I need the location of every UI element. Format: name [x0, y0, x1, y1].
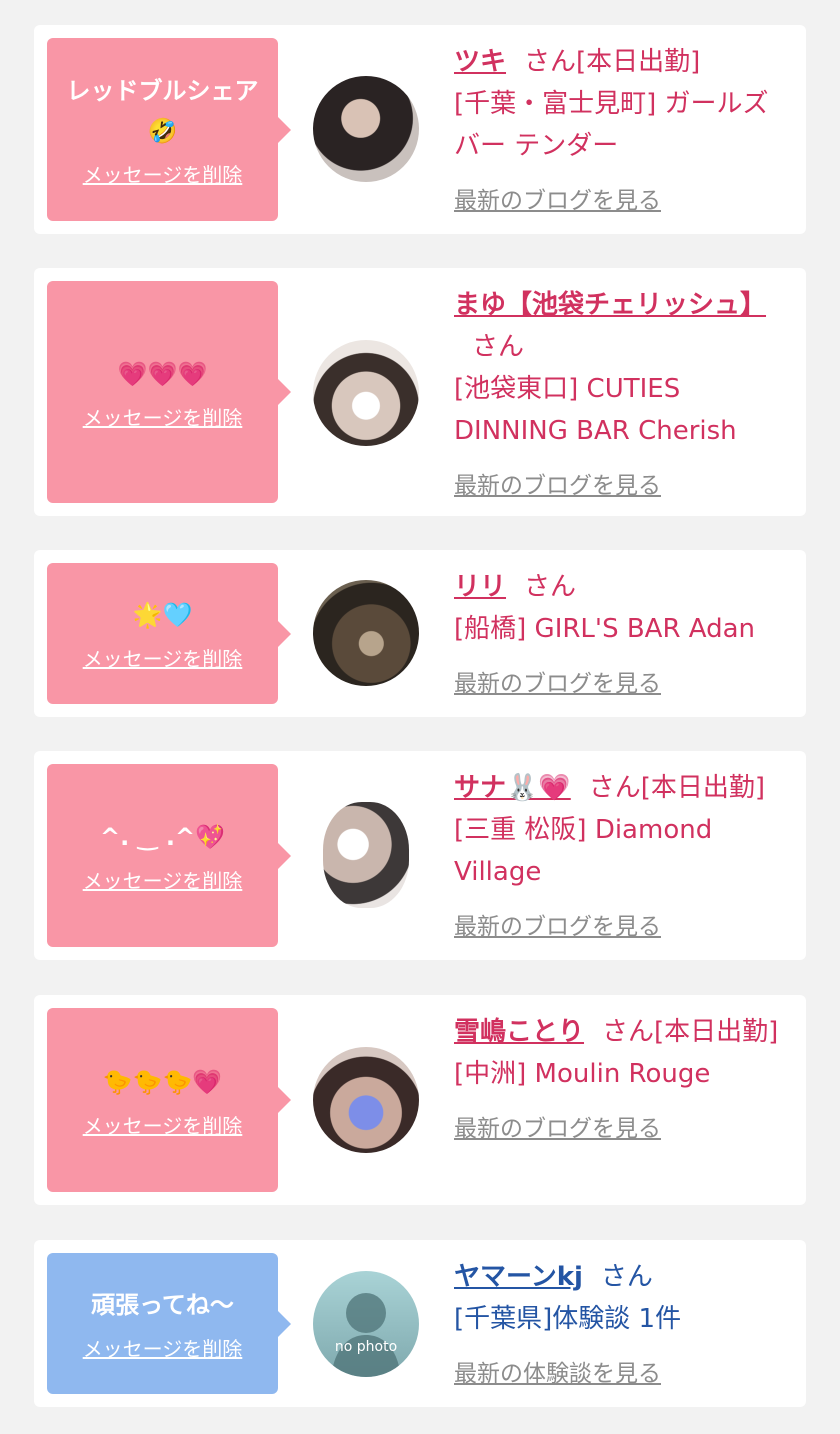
girl-name-link[interactable]: 雪嶋ことり: [454, 1017, 584, 1047]
delete-message-link[interactable]: メッセージを削除: [83, 1333, 243, 1362]
message-bubble: 🐤🐤🐤💗 メッセージを削除: [47, 1008, 291, 1192]
shop-name: [池袋東口] CUTIES DINNING BAR Cherish: [454, 374, 737, 446]
delete-message-link[interactable]: メッセージを削除: [83, 1110, 243, 1139]
message-bubble: 🌟🩵 メッセージを削除: [47, 563, 291, 704]
message-card: 💗💗💗 メッセージを削除 まゆ【池袋チェリッシュ】さん [池袋東口] CUTIE…: [34, 268, 806, 516]
message-text: レッドブルシェア🤣: [66, 77, 259, 145]
message-card: 🐤🐤🐤💗 メッセージを削除 雪嶋ことり さん[本日出勤] [中洲] Moulin …: [34, 995, 806, 1205]
shop-name: [千葉・富士見町] ガールズバー テンダー: [454, 89, 769, 161]
name-line: 雪嶋ことり さん[本日出勤]: [454, 1011, 790, 1053]
shop-name: [中洲] Moulin Rouge: [454, 1059, 711, 1089]
honorific: さん: [600, 1262, 653, 1292]
profile-info: まゆ【池袋チェリッシュ】さん [池袋東口] CUTIES DINNING BAR…: [454, 284, 790, 500]
message-bubble: 頑張ってね〜 メッセージを削除: [47, 1253, 291, 1394]
user-name-link[interactable]: ヤマーンkj: [454, 1262, 583, 1292]
profile-info: ツキ さん[本日出勤] [千葉・富士見町] ガールズバー テンダー 最新のブログを…: [454, 41, 790, 215]
girl-name-link[interactable]: まゆ【池袋チェリッシュ】: [454, 290, 766, 320]
latest-blog-link[interactable]: 最新のブログを見る: [454, 181, 661, 215]
girl-name-link[interactable]: サナ🐰💗: [454, 773, 571, 803]
profile-info: ヤマーンkj さん [千葉県]体験談 1件 最新の体験談を見る: [454, 1256, 790, 1388]
latest-blog-link[interactable]: 最新のブログを見る: [454, 466, 661, 500]
delete-message-link[interactable]: メッセージを削除: [83, 643, 243, 672]
avatar[interactable]: [323, 802, 409, 908]
message-text: 頑張ってね〜: [91, 1291, 234, 1319]
attendance-status: [本日出勤]: [576, 47, 701, 77]
message-text: 🌟🩵: [132, 601, 193, 629]
message-card: ^. ‿ .^💖 メッセージを削除 サナ🐰💗 さん[本日出勤] [三重 松阪] D…: [34, 751, 806, 960]
avatar[interactable]: [313, 580, 419, 686]
delete-message-link[interactable]: メッセージを削除: [83, 159, 243, 188]
message-card: 頑張ってね〜 メッセージを削除 no photo ヤマーンkj さん [千葉県]体…: [34, 1240, 806, 1407]
profile-info: リリ さん [船橋] GIRL'S BAR Adan 最新のブログを見る: [454, 566, 790, 698]
latest-blog-link[interactable]: 最新のブログを見る: [454, 1109, 661, 1143]
name-line: サナ🐰💗 さん[本日出勤]: [454, 767, 790, 809]
avatar[interactable]: [313, 76, 419, 182]
message-card: レッドブルシェア🤣 メッセージを削除 ツキ さん[本日出勤] [千葉・富士見町] …: [34, 25, 806, 234]
attendance-status: [本日出勤]: [640, 773, 766, 803]
name-line: まゆ【池袋チェリッシュ】さん: [454, 284, 790, 368]
honorific: さん: [602, 1017, 655, 1047]
avatar[interactable]: [313, 1047, 419, 1153]
girl-name-link[interactable]: ツキ: [454, 47, 506, 77]
message-card: 🌟🩵 メッセージを削除 リリ さん [船橋] GIRL'S BAR Adan 最新…: [34, 550, 806, 717]
message-text: 💗💗💗: [117, 359, 208, 388]
shop-name: [船橋] GIRL'S BAR Adan: [454, 614, 756, 644]
no-photo-label: no photo: [334, 1339, 398, 1355]
message-bubble: 💗💗💗 メッセージを削除: [47, 281, 291, 503]
message-list: レッドブルシェア🤣 メッセージを削除 ツキ さん[本日出勤] [千葉・富士見町] …: [0, 0, 840, 1434]
profile-info: 雪嶋ことり さん[本日出勤] [中洲] Moulin Rouge 最新のブログを見…: [454, 1011, 790, 1143]
avatar[interactable]: no photo: [313, 1271, 419, 1377]
silhouette-icon: [331, 1293, 401, 1377]
delete-message-link[interactable]: メッセージを削除: [83, 865, 243, 894]
delete-message-link[interactable]: メッセージを削除: [83, 402, 243, 431]
honorific: さん: [472, 332, 525, 362]
latest-review-link[interactable]: 最新の体験談を見る: [454, 1354, 661, 1388]
message-text: 🐤🐤🐤💗: [102, 1067, 223, 1096]
avatar[interactable]: [313, 340, 419, 446]
message-text: ^. ‿ .^💖: [100, 823, 225, 851]
honorific: さん: [588, 773, 641, 803]
honorific: さん: [524, 572, 577, 602]
review-count: [千葉県]体験談 1件: [454, 1304, 682, 1334]
message-bubble: レッドブルシェア🤣 メッセージを削除: [47, 38, 291, 221]
latest-blog-link[interactable]: 最新のブログを見る: [454, 907, 661, 941]
name-line: ツキ さん[本日出勤]: [454, 41, 790, 83]
shop-name: [三重 松阪] Diamond Village: [454, 815, 713, 887]
attendance-status: [本日出勤]: [654, 1017, 779, 1047]
name-line: リリ さん: [454, 566, 790, 608]
name-line: ヤマーンkj さん: [454, 1256, 790, 1298]
message-bubble: ^. ‿ .^💖 メッセージを削除: [47, 764, 291, 947]
latest-blog-link[interactable]: 最新のブログを見る: [454, 664, 661, 698]
girl-name-link[interactable]: リリ: [454, 572, 506, 602]
profile-info: サナ🐰💗 さん[本日出勤] [三重 松阪] Diamond Village 最新の…: [454, 767, 790, 941]
honorific: さん: [524, 47, 577, 77]
